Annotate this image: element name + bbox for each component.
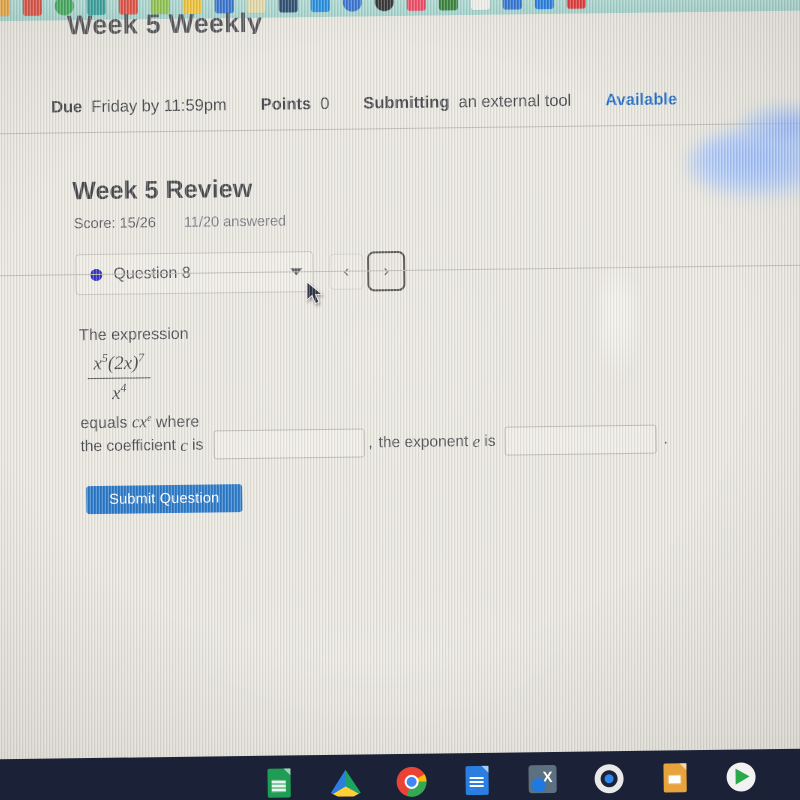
- fraction-numerator: x5(2x)7: [87, 349, 151, 379]
- quiz-title: Week 5 Review: [72, 174, 253, 206]
- coefficient-variable: c: [180, 435, 188, 455]
- fraction-denominator: x4: [88, 378, 151, 407]
- bookmark-favicon-green-shield[interactable]: [438, 0, 458, 10]
- score-text: Score: 15/26: [73, 215, 156, 233]
- bookmark-favicon-blue-book[interactable]: [502, 0, 522, 10]
- screen-content: Week 5 Weekly · ··· Due Friday by 11:59p…: [0, 0, 800, 800]
- mouse-cursor: [306, 281, 324, 305]
- points-label: Points: [260, 95, 312, 114]
- taskbar-icon-google-sheets[interactable]: [264, 768, 294, 798]
- available-label: Available: [605, 90, 678, 110]
- photo-of-screen: Week 5 Weekly · ··· Due Friday by 11:59p…: [0, 0, 800, 800]
- bookmark-favicon-red-pin[interactable]: [22, 0, 42, 16]
- bookmark-favicon-dark-globe[interactable]: [374, 0, 394, 11]
- taskbar-icon-camera[interactable]: [594, 764, 624, 794]
- taskbar-icon-google-chrome[interactable]: [396, 766, 427, 798]
- bookmark-favicon-white-ghost[interactable]: [470, 0, 490, 10]
- quiz-score-row: Score: 15/26 11/20 answered: [74, 213, 287, 232]
- coefficient-is: is: [191, 436, 204, 454]
- exponent-is: is: [484, 432, 496, 450]
- denominator-base: x: [111, 382, 121, 404]
- bookmark-favicon-blue-info[interactable]: [534, 0, 554, 9]
- exponent-variable: e: [472, 431, 481, 451]
- bookmark-favicon-blue-k[interactable]: [342, 0, 362, 12]
- taskbar-icon-play-store[interactable]: [726, 762, 756, 792]
- answer-comma: ,: [368, 433, 373, 451]
- coefficient-input[interactable]: [213, 428, 365, 460]
- numerator-exponent-2: 7: [138, 350, 145, 365]
- submitting-value: an external tool: [458, 91, 572, 112]
- page-title-cutoff: Week 5 Weekly: [66, 7, 263, 37]
- taskbar-icon-group: X: [264, 762, 792, 799]
- coefficient-prompt: the coefficient: [80, 436, 177, 455]
- canvas-page: Week 5 Weekly · ··· Due Friday by 11:59p…: [0, 7, 800, 762]
- taskbar-icon-google-slides[interactable]: [660, 763, 690, 793]
- numerator-group: (2x): [107, 352, 139, 374]
- answer-period: .: [663, 429, 669, 448]
- taskbar-icon-google-docs[interactable]: [462, 765, 492, 796]
- equals-suffix: where: [155, 413, 200, 431]
- equals-exponent-symbol: e: [146, 412, 152, 424]
- bookmark-favicon-blue-o[interactable]: [310, 0, 330, 12]
- assignment-meta-row: Due Friday by 11:59pm Points 0 Submittin…: [51, 90, 677, 117]
- points-value: 0: [320, 94, 330, 114]
- bookmark-favicon-folder-orange[interactable]: [0, 0, 10, 16]
- excel-glyph: X: [528, 764, 557, 794]
- math-fraction: x5(2x)7 x4: [87, 349, 151, 407]
- submit-question-button[interactable]: Submit Question: [86, 484, 243, 515]
- answered-count: 11/20 answered: [183, 213, 287, 231]
- exponent-input[interactable]: [504, 424, 657, 456]
- taskbar-icon-microsoft-excel[interactable]: X: [528, 764, 558, 795]
- due-label: Due: [51, 98, 83, 117]
- equals-prefix: equals: [80, 414, 128, 432]
- divider-under-meta: [0, 122, 800, 135]
- taskbar-icon-google-drive[interactable]: [330, 768, 360, 798]
- bookmark-favicon-red-n[interactable]: [566, 0, 586, 9]
- exponent-prompt: the exponent: [378, 432, 469, 451]
- bookmark-favicon-pink-pause[interactable]: [406, 0, 426, 11]
- bookmark-favicon-dark-blue[interactable]: [278, 0, 298, 13]
- due-value: Friday by 11:59pm: [91, 96, 227, 117]
- question-intro-text: The expression: [79, 325, 189, 345]
- submitting-label: Submitting: [363, 93, 450, 113]
- question-body: The expression x5(2x)7 x4 equals cxe whe…: [79, 324, 200, 435]
- question-expression: x5(2x)7 x4: [79, 349, 199, 406]
- denominator-exponent: 4: [120, 381, 127, 395]
